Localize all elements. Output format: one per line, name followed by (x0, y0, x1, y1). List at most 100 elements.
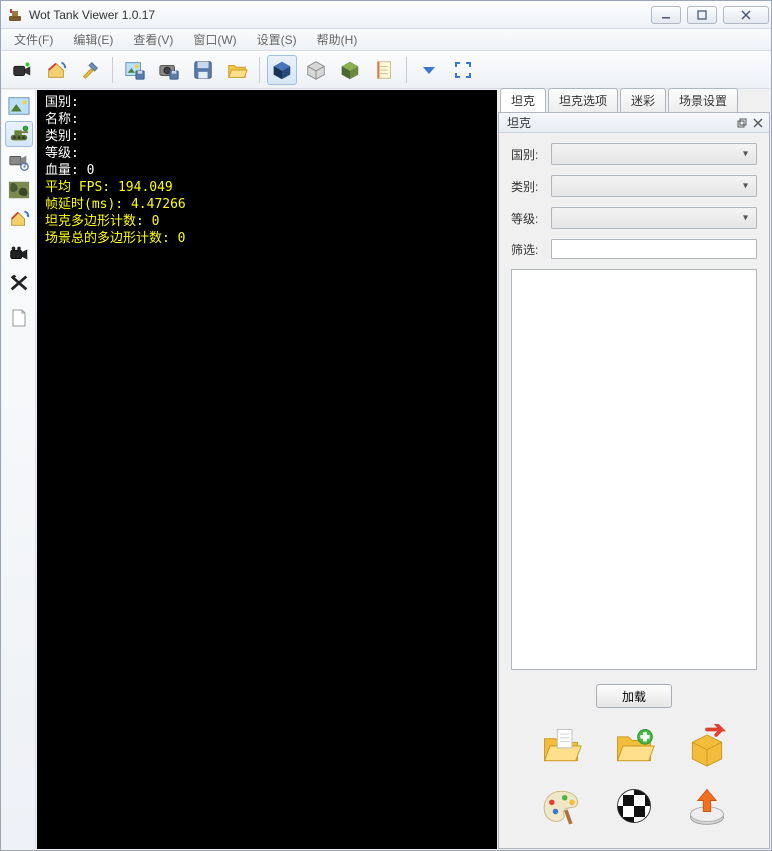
label: 等级: (45, 146, 79, 161)
panel-body: 坦克 国别: 类别: (498, 112, 770, 849)
menu-view[interactable]: 查看(V) (124, 28, 182, 51)
row-type: 类别: (511, 175, 757, 197)
toolbar-fullscreen-button[interactable] (448, 55, 478, 85)
camera-dark-icon (8, 244, 30, 264)
action-texture[interactable] (602, 780, 665, 832)
file-icon (10, 308, 28, 328)
maximize-button[interactable] (687, 6, 717, 24)
label: 国别: (45, 95, 79, 110)
side-file-button[interactable] (5, 305, 33, 331)
side-record-button[interactable] (5, 241, 33, 267)
camera-icon (11, 59, 33, 81)
folder-icon (226, 59, 248, 81)
video-gear-icon (8, 152, 30, 172)
cube-solid-icon (271, 59, 293, 81)
landscape-save-icon (124, 59, 146, 81)
country-label: 国别: (511, 146, 545, 163)
tank-list[interactable] (511, 269, 757, 670)
tab-tank-opts[interactable]: 坦克选项 (548, 88, 618, 112)
action-upload[interactable] (676, 780, 739, 832)
close-button[interactable] (723, 6, 769, 24)
main-area: 国别: 名称: 类别: 等级: 血量: 0 平均 FPS: 194.049 (1, 89, 771, 850)
load-button[interactable]: 加载 (596, 684, 672, 708)
tools-icon (79, 59, 101, 81)
folder-doc-icon (539, 724, 583, 768)
filter-label: 筛选: (511, 241, 545, 258)
menu-edit[interactable]: 编辑(E) (64, 28, 122, 51)
action-add-folder[interactable] (602, 720, 665, 772)
tab-camo[interactable]: 迷彩 (620, 88, 666, 112)
toolbar-cube-textured-button[interactable] (335, 55, 365, 85)
pane-header: 坦克 (499, 113, 769, 133)
tier-combo[interactable] (551, 207, 757, 229)
toolbar-camera-button[interactable] (7, 55, 37, 85)
menu-config[interactable]: 设置(S) (248, 28, 306, 51)
action-export[interactable] (676, 720, 739, 772)
value: 0 (178, 231, 186, 246)
toolbar-separator (406, 57, 407, 83)
label: 类别: (45, 129, 79, 144)
toolbar-cube-wire-button[interactable] (301, 55, 331, 85)
toolbar-dropdown-button[interactable] (414, 55, 444, 85)
action-paint[interactable] (529, 780, 592, 832)
pane-close-button[interactable] (751, 116, 765, 130)
toolbar-photo-save-button[interactable] (154, 55, 184, 85)
load-row: 加载 (499, 678, 769, 716)
toolbar-open-button[interactable] (222, 55, 252, 85)
window-title: Wot Tank Viewer 1.0.17 (29, 8, 651, 22)
home-refresh-icon (8, 208, 30, 228)
label: 名称: (45, 112, 79, 127)
menu-help[interactable]: 帮助(H) (308, 28, 367, 51)
menubar: 文件(F) 编辑(E) 查看(V) 窗口(W) 设置(S) 帮助(H) (1, 29, 771, 51)
action-open-folder[interactable] (529, 720, 592, 772)
country-combo[interactable] (551, 143, 757, 165)
tier-label: 等级: (511, 210, 545, 227)
side-camera-button[interactable] (5, 149, 33, 175)
toolbar-save-button[interactable] (188, 55, 218, 85)
chevron-down-icon (421, 62, 437, 78)
right-panel: 坦克 坦克选项 迷彩 场景设置 坦克 国 (498, 90, 770, 849)
row-tier: 等级: (511, 207, 757, 229)
checker-sphere-icon (612, 784, 656, 828)
side-camo-button[interactable] (5, 177, 33, 203)
label: 帧延时(ms): (45, 197, 123, 212)
menu-file[interactable]: 文件(F) (5, 28, 62, 51)
side-scene-button[interactable] (5, 93, 33, 119)
row-country: 国别: (511, 143, 757, 165)
titlebar: Wot Tank Viewer 1.0.17 (1, 1, 771, 29)
label: 血量: (45, 163, 79, 178)
viewport[interactable]: 国别: 名称: 类别: 等级: 血量: 0 平均 FPS: 194.049 (37, 90, 497, 849)
tab-tank[interactable]: 坦克 (500, 88, 546, 112)
menu-window[interactable]: 窗口(W) (184, 28, 245, 51)
label: 场景总的多边形计数: (45, 231, 170, 246)
overlay-line: 血量: 0 (45, 162, 489, 179)
filter-input[interactable] (551, 239, 757, 259)
toolbar-notes-button[interactable] (369, 55, 399, 85)
app-icon (7, 7, 23, 23)
overlay-line: 名称: (45, 111, 489, 128)
side-tank-button[interactable] (5, 121, 33, 147)
overlay-line: 坦克多边形计数: 0 (45, 213, 489, 230)
overlay-line: 等级: (45, 145, 489, 162)
cube-wire-icon (305, 59, 327, 81)
camo-icon (8, 180, 30, 200)
pane-undock-button[interactable] (735, 116, 749, 130)
minimize-button[interactable] (651, 6, 681, 24)
landscape-icon (8, 96, 30, 116)
toolbar-save-scene-button[interactable] (120, 55, 150, 85)
fullscreen-icon (454, 61, 472, 79)
toolbar-cube-solid-button[interactable] (267, 55, 297, 85)
type-combo[interactable] (551, 175, 757, 197)
tab-scene[interactable]: 场景设置 (668, 88, 738, 112)
overlay-line: 国别: (45, 94, 489, 111)
toolbar-separator (112, 57, 113, 83)
side-crossed-button[interactable] (5, 269, 33, 295)
drive-upload-icon (685, 784, 729, 828)
side-reset-view-button[interactable] (5, 205, 33, 231)
cube-textured-icon (339, 59, 361, 81)
value: 194.049 (118, 180, 173, 195)
toolbar-home-button[interactable] (41, 55, 71, 85)
label: 平均 FPS: (45, 180, 110, 195)
toolbar-tools-button[interactable] (75, 55, 105, 85)
crossed-tools-icon (8, 272, 30, 292)
